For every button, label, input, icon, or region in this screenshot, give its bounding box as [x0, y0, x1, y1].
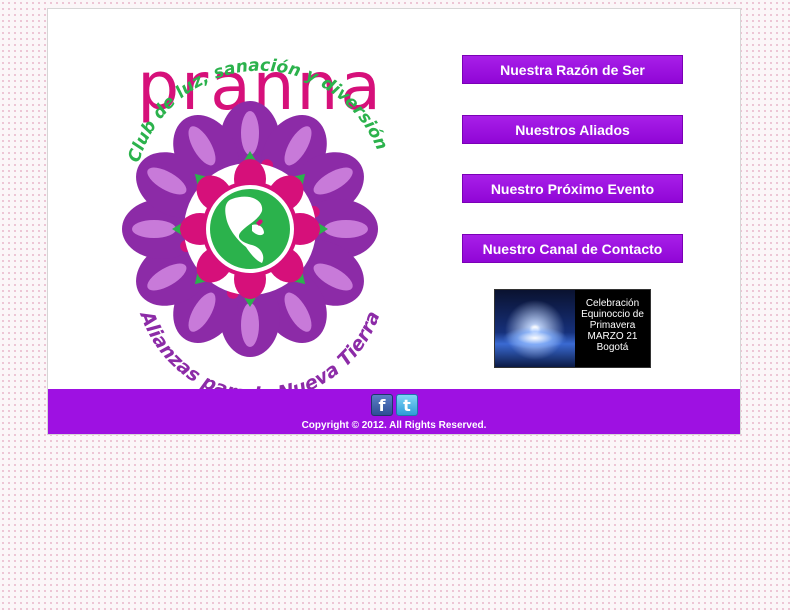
nav-button-label: Nuestro Canal de Contacto: [482, 240, 663, 257]
nav-button-aliados[interactable]: Nuestros Aliados: [462, 115, 683, 144]
event-banner[interactable]: Celebración Equinoccio de Primavera MARZ…: [494, 289, 651, 368]
twitter-icon[interactable]: t: [396, 394, 418, 416]
nav-button-proximo-evento[interactable]: Nuestro Próximo Evento: [462, 174, 683, 203]
nav-button-label: Nuestra Razón de Ser: [500, 61, 645, 78]
nav-button-canal-contacto[interactable]: Nuestro Canal de Contacto: [462, 234, 683, 263]
page-container: pranna Club de luz, sanación y diversión: [47, 8, 741, 435]
event-text: Celebración Equinoccio de Primavera MARZ…: [581, 298, 644, 353]
pranna-logo: pranna Club de luz, sanación y diversión: [122, 51, 392, 389]
facebook-icon[interactable]: f: [371, 394, 393, 416]
footer-bar: f t Copyright © 2012. All Rights Reserve…: [48, 389, 740, 434]
equinox-image: [495, 290, 575, 367]
nav-button-razon-de-ser[interactable]: Nuestra Razón de Ser: [462, 55, 683, 84]
nav-button-label: Nuestro Próximo Evento: [490, 180, 655, 197]
copyright-text: Copyright © 2012. All Rights Reserved.: [301, 420, 487, 431]
nav-button-label: Nuestros Aliados: [515, 121, 630, 138]
